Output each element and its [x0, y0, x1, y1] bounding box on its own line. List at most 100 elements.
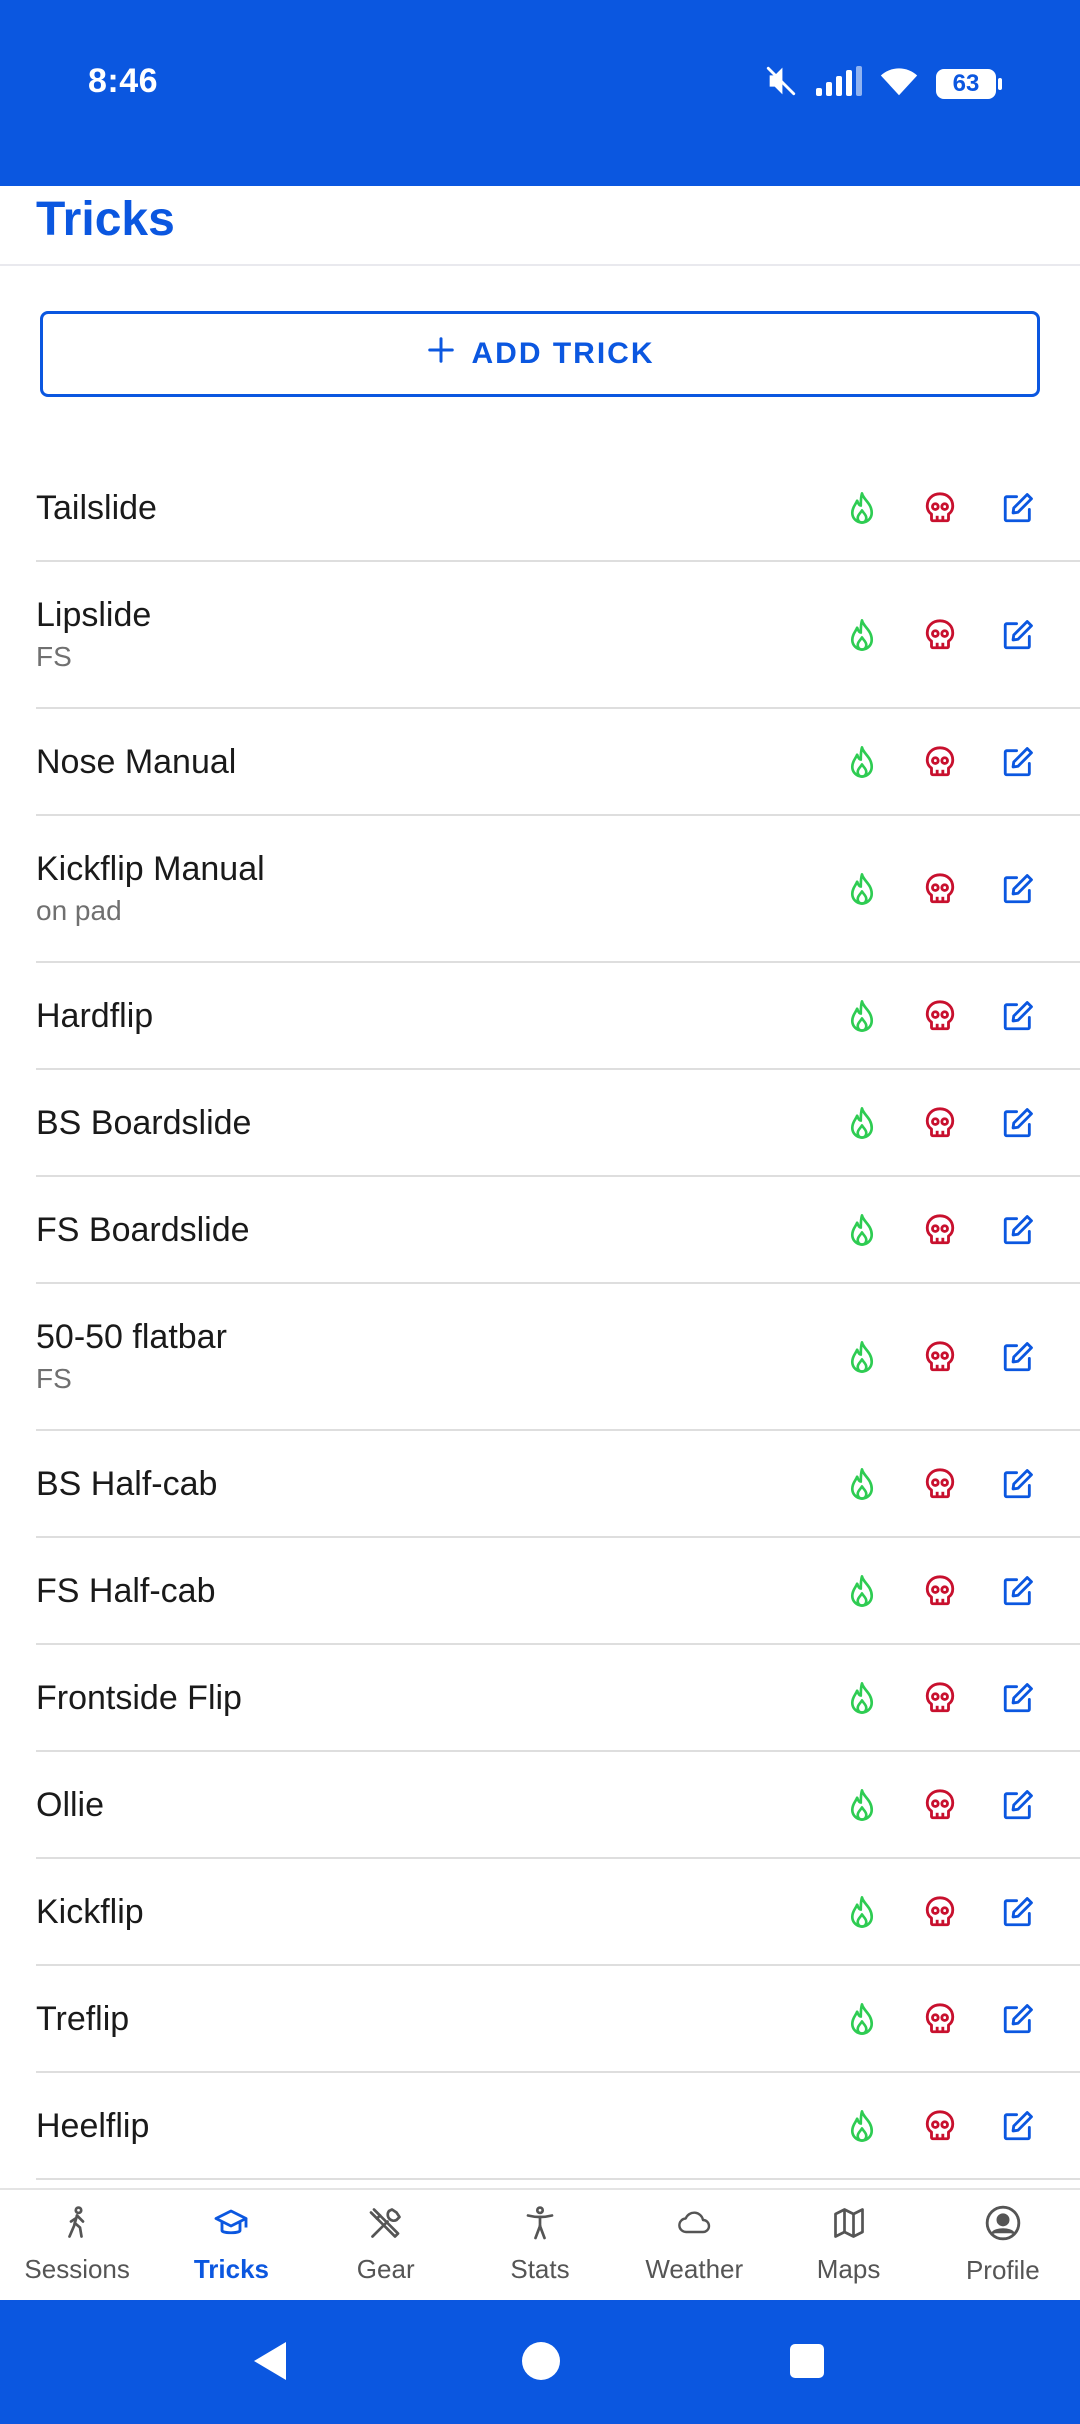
flame-icon[interactable]	[844, 871, 880, 907]
trick-name: FS Half-cab	[36, 1571, 216, 1610]
nav-item-tricks[interactable]: Tricks	[154, 2190, 308, 2300]
skull-icon[interactable]	[922, 1212, 958, 1248]
trick-text: Nose Manual	[36, 740, 236, 784]
skull-icon[interactable]	[922, 2108, 958, 2144]
trick-actions	[844, 744, 1036, 780]
nav-label: Sessions	[24, 2254, 130, 2284]
trick-row[interactable]: Heelflip	[36, 2073, 1080, 2180]
system-back-button[interactable]	[250, 2340, 290, 2387]
trick-row[interactable]: Ollie	[36, 1752, 1080, 1859]
edit-icon[interactable]	[1000, 1573, 1036, 1609]
trick-row[interactable]: FS Boardslide	[36, 1177, 1080, 1284]
skull-icon[interactable]	[922, 871, 958, 907]
trick-subtitle: on pad	[36, 894, 122, 926]
nav-item-profile[interactable]: Profile	[926, 2190, 1080, 2300]
trick-actions	[844, 1680, 1036, 1716]
trick-row[interactable]: Tailslide	[36, 455, 1080, 562]
edit-icon[interactable]	[1000, 1787, 1036, 1823]
trick-row[interactable]: BS Boardslide	[36, 1070, 1080, 1177]
trick-row[interactable]: Kickflip	[36, 1859, 1080, 1966]
edit-icon[interactable]	[1000, 998, 1036, 1034]
nav-label: Gear	[356, 2254, 415, 2284]
edit-icon[interactable]	[1000, 871, 1036, 907]
skull-icon[interactable]	[922, 1339, 958, 1375]
flame-icon[interactable]	[844, 2001, 880, 2037]
trick-row[interactable]: Nose Manual	[36, 709, 1080, 816]
nav-item-gear[interactable]: Gear	[309, 2190, 463, 2300]
nav-item-sessions[interactable]: Sessions	[0, 2190, 154, 2300]
skull-icon[interactable]	[922, 1105, 958, 1141]
skull-icon[interactable]	[922, 1573, 958, 1609]
trick-actions	[844, 1787, 1036, 1823]
edit-icon[interactable]	[1000, 1894, 1036, 1930]
trick-actions	[844, 2001, 1036, 2037]
flame-icon[interactable]	[844, 1894, 880, 1930]
flame-icon[interactable]	[844, 1573, 880, 1609]
skull-icon[interactable]	[922, 490, 958, 526]
flame-icon[interactable]	[844, 1787, 880, 1823]
system-home-button[interactable]	[522, 2342, 560, 2380]
trick-name: Kickflip	[36, 1892, 144, 1931]
trick-text: FS Boardslide	[36, 1208, 250, 1252]
skull-icon[interactable]	[922, 1894, 958, 1930]
trick-row[interactable]: Treflip	[36, 1966, 1080, 2073]
nav-item-weather[interactable]: Weather	[617, 2190, 771, 2300]
flame-icon[interactable]	[844, 1105, 880, 1141]
system-recents-button[interactable]	[790, 2344, 824, 2378]
edit-icon[interactable]	[1000, 1212, 1036, 1248]
trick-text: 50-50 flatbar FS	[36, 1315, 227, 1399]
trick-name: Treflip	[36, 1999, 130, 2038]
trick-name: 50-50 flatbar	[36, 1317, 227, 1356]
flame-icon[interactable]	[844, 1466, 880, 1502]
flame-icon[interactable]	[844, 744, 880, 780]
trick-actions	[844, 1105, 1036, 1141]
nav-label: Tricks	[193, 2254, 269, 2284]
trick-row[interactable]: Kickflip Manual on pad	[36, 816, 1080, 963]
trick-actions	[844, 1212, 1036, 1248]
skull-icon[interactable]	[922, 1680, 958, 1716]
trick-name: Kickflip Manual	[36, 849, 265, 888]
edit-icon[interactable]	[1000, 1466, 1036, 1502]
wifi-icon	[880, 66, 918, 101]
trick-actions	[844, 1466, 1036, 1502]
trick-row[interactable]: Hardflip	[36, 963, 1080, 1070]
flame-icon[interactable]	[844, 1680, 880, 1716]
flame-icon[interactable]	[844, 1212, 880, 1248]
skull-icon[interactable]	[922, 1787, 958, 1823]
trick-row[interactable]: FS Half-cab	[36, 1538, 1080, 1645]
skull-icon[interactable]	[922, 1466, 958, 1502]
skull-icon[interactable]	[922, 617, 958, 653]
trick-row[interactable]: 50-50 flatbar FS	[36, 1284, 1080, 1431]
trick-row[interactable]: Frontside Flip	[36, 1645, 1080, 1752]
edit-icon[interactable]	[1000, 744, 1036, 780]
trick-actions	[844, 1339, 1036, 1375]
edit-icon[interactable]	[1000, 1105, 1036, 1141]
edit-icon[interactable]	[1000, 2108, 1036, 2144]
flame-icon[interactable]	[844, 998, 880, 1034]
flame-icon[interactable]	[844, 490, 880, 526]
add-trick-label: ADD TRICK	[471, 337, 655, 370]
edit-icon[interactable]	[1000, 1339, 1036, 1375]
trick-name: Ollie	[36, 1785, 105, 1824]
trick-text: Tailslide	[36, 486, 157, 530]
skull-icon[interactable]	[922, 2001, 958, 2037]
flame-icon[interactable]	[844, 617, 880, 653]
add-trick-button[interactable]: ADD TRICK	[40, 311, 1040, 397]
trick-actions	[844, 1894, 1036, 1930]
trick-text: Hardflip	[36, 994, 153, 1038]
edit-icon[interactable]	[1000, 617, 1036, 653]
nav-item-stats[interactable]: Stats	[463, 2190, 617, 2300]
trick-row[interactable]: Lipslide FS	[36, 562, 1080, 709]
flame-icon[interactable]	[844, 1339, 880, 1375]
edit-icon[interactable]	[1000, 2001, 1036, 2037]
trick-actions	[844, 2108, 1036, 2144]
skull-icon[interactable]	[922, 998, 958, 1034]
flame-icon[interactable]	[844, 2108, 880, 2144]
edit-icon[interactable]	[1000, 1680, 1036, 1716]
trick-name: FS Boardslide	[36, 1210, 250, 1249]
nav-item-maps[interactable]: Maps	[771, 2190, 925, 2300]
skull-icon[interactable]	[922, 744, 958, 780]
edit-icon[interactable]	[1000, 490, 1036, 526]
trick-row[interactable]: BS Half-cab	[36, 1431, 1080, 1538]
trick-name: BS Half-cab	[36, 1464, 218, 1503]
